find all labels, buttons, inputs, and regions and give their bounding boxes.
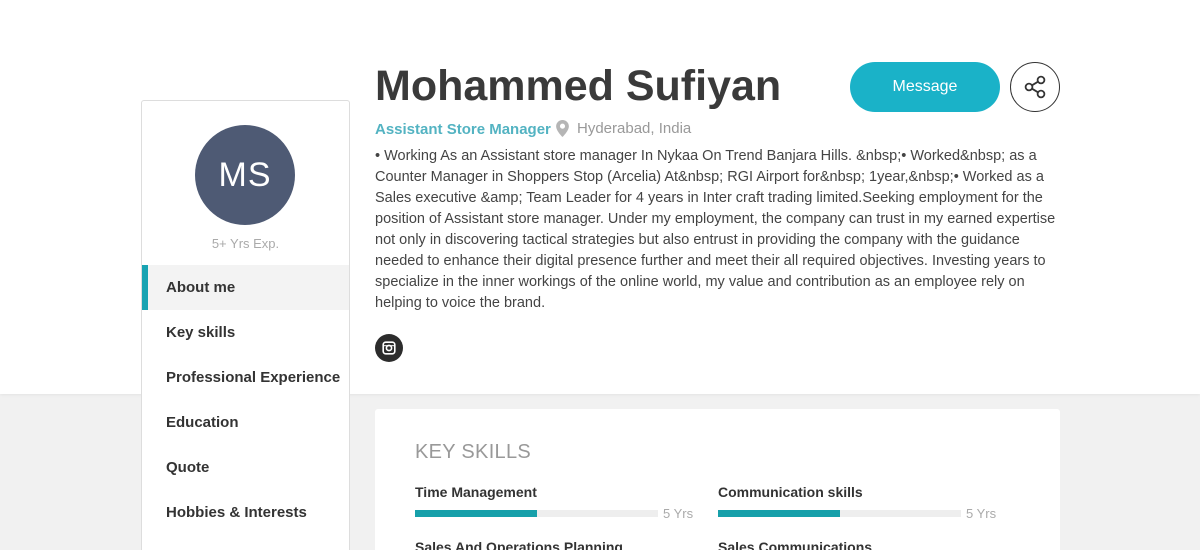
skill-progress-fill: [718, 510, 840, 517]
avatar: MS: [195, 125, 295, 225]
skill-item: Time Management 5 Yrs: [415, 484, 695, 521]
section-title: KEY SKILLS: [415, 441, 532, 463]
instagram-link[interactable]: [375, 334, 403, 362]
profile-location: Hyderabad, India: [556, 120, 691, 137]
sidebar-item-professional-experience[interactable]: Professional Experience: [142, 355, 349, 400]
sidebar-item-quote[interactable]: Quote: [142, 445, 349, 490]
message-button[interactable]: Message: [850, 62, 1000, 112]
skill-progress-bar: [718, 510, 961, 517]
skill-years: 5 Yrs: [966, 506, 997, 521]
location-pin-icon: [556, 120, 569, 137]
skill-progress-bar: [415, 510, 658, 517]
skill-item: Communication skills 5 Yrs: [718, 484, 998, 521]
experience-label: 5+ Yrs Exp.: [211, 236, 280, 251]
skill-name: Sales And Operations Planning: [415, 539, 623, 550]
share-button[interactable]: [1010, 62, 1060, 112]
sidebar-item-key-skills[interactable]: Key skills: [142, 310, 349, 355]
skill-item: Sales Communications: [718, 539, 998, 550]
skill-item: Sales And Operations Planning: [415, 539, 695, 550]
sidebar-item-hobbies[interactable]: Hobbies & Interests: [142, 490, 349, 535]
sidebar-item-education[interactable]: Education: [142, 400, 349, 445]
skill-name: Sales Communications: [718, 539, 873, 550]
profile-sidebar: MS 5+ Yrs Exp. About me Key skills Profe…: [141, 100, 350, 550]
location-text: Hyderabad, India: [577, 120, 692, 137]
key-skills-card: KEY SKILLS Time Management 5 Yrs Communi…: [375, 409, 1060, 550]
profile-bio: • Working As an Assistant store manager …: [375, 148, 1056, 311]
skill-progress-fill: [415, 510, 537, 517]
share-icon: [1024, 75, 1046, 99]
profile-name: Mohammed Sufiyan: [375, 62, 782, 110]
sidebar-nav: About me Key skills Professional Experie…: [142, 265, 349, 535]
profile-role: Assistant Store Manager: [375, 121, 551, 138]
skill-name: Communication skills: [718, 484, 863, 500]
skill-years: 5 Yrs: [663, 506, 694, 521]
sidebar-item-about-me[interactable]: About me: [142, 265, 349, 310]
instagram-icon: [382, 341, 396, 355]
skill-name: Time Management: [415, 484, 537, 500]
